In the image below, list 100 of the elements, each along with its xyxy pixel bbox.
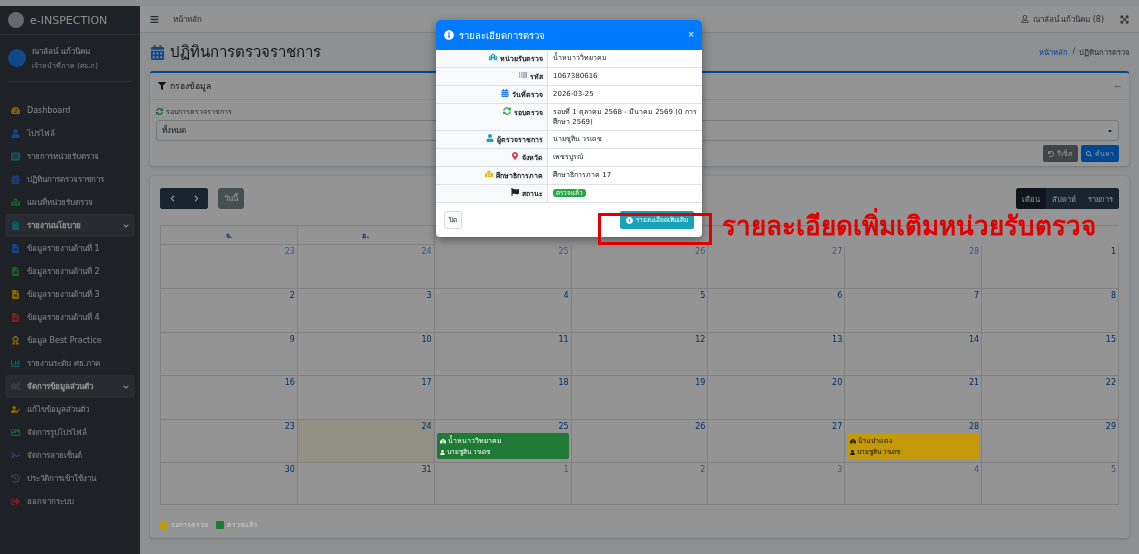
day-number: 24 [421,247,432,256]
user-icon [486,134,494,143]
day-number: 5 [700,291,706,300]
sidebar-item[interactable]: ออกจากระบบ [5,490,135,513]
day-number: 31 [421,465,432,474]
sidebar-item[interactable]: แผนที่หน่วยรับตรวจ [5,191,135,214]
day-number: 1 [563,465,569,474]
chevron-icon [123,222,129,229]
avatar [8,49,26,67]
day-number: 27 [832,247,843,256]
map-icon [11,198,20,207]
day-number: 2 [289,291,295,300]
today-button[interactable]: วันนี้ [218,188,244,209]
day-number: 19 [695,378,706,387]
sidebar-item[interactable]: จัดการรูปโปรไฟล์ [5,421,135,444]
refresh-icon [503,107,511,115]
award-icon [11,336,20,345]
sidebar-item[interactable]: ข้อมูล Best Practice [5,329,135,352]
image-icon [11,428,20,437]
day-number: 4 [563,291,569,300]
sidebar-item[interactable]: รายการหน่วยรับตรวจ [5,145,135,168]
search-icon [1086,150,1092,157]
dialog-title: รายละเอียดการตรวจ [459,28,546,43]
sidebar-item[interactable]: ข้อมูลรายงานด้านที่ 1 [5,237,135,260]
barcode-icon [519,71,527,79]
flag-icon [511,188,519,197]
day-number: 25 [558,247,569,256]
day-number: 2 [700,465,706,474]
day-number: 17 [421,378,432,387]
sidebar-item[interactable]: ข้อมูลรายงานด้านที่ 4 [5,306,135,329]
day-number: 28 [968,422,980,431]
account-menu[interactable]: ณาลัลน์ แก้วนิคม (8) [1020,12,1104,26]
home-link[interactable]: หน้าหลัก [173,12,202,26]
menu-icon[interactable] [150,14,159,24]
sidebar-item[interactable]: ข้อมูลรายงานด้านที่ 2 [5,260,135,283]
day-number: 14 [968,335,980,344]
user-edit-icon [11,405,20,414]
day-number: 1 [1110,247,1116,256]
day-number: 25 [558,422,569,431]
info-icon [626,216,633,224]
day-number: 29 [1105,422,1116,431]
logout-icon [11,497,20,506]
day-number: 26 [695,247,706,256]
undo-icon [1048,150,1054,157]
user-name: ณาลัลน์ แก้วนิคม [32,46,91,58]
document-icon [11,244,20,253]
calendar-icon [150,44,165,60]
document-icon [11,290,20,299]
sidebar-item[interactable]: ปฏิทินการตรวจราชการ [5,168,135,191]
sidebar-group[interactable]: จัดการข้อมูลส่วนตัว [5,375,135,398]
day-number: 11 [558,335,569,344]
day-number: 7 [974,291,980,300]
day-number: 26 [695,422,706,431]
user-icon [11,129,20,138]
day-number: 3 [426,291,432,300]
chevron-right-icon [192,195,200,202]
history-icon [11,474,20,483]
sidebar-item[interactable]: แก้ไขข้อมูลส่วนตัว [5,398,135,421]
user-icon [850,449,856,455]
day-number: 13 [832,335,843,344]
signature-icon [11,451,20,460]
day-number: 12 [695,335,706,344]
day-number: 5 [1110,465,1116,474]
logo [8,12,24,28]
day-number: 8 [1110,291,1116,300]
day-number: 27 [832,422,843,431]
sidebar-item[interactable]: รายงานระดับ ศธ.ภาค [5,352,135,375]
school-icon [439,437,446,444]
day-number: 28 [968,247,980,256]
calendar-icon [11,175,20,184]
fullscreen-icon[interactable] [1120,14,1129,24]
sidebar-item[interactable]: ข้อมูลรายงานด้านที่ 3 [5,283,135,306]
refresh-icon [156,108,163,115]
chevron-left-icon [168,195,176,202]
day-number: 9 [289,335,295,344]
chevron-icon [123,383,129,390]
clipboard-icon [11,221,20,230]
close-button[interactable]: × [688,30,694,40]
school-icon [489,53,497,61]
sidebar-item[interactable]: Dashboard [5,99,135,122]
sidebar-item[interactable]: จัดการลายเซ็นต์ [5,444,135,467]
brand-name: e-INSPECTION [30,13,108,27]
day-number: 15 [1105,335,1116,344]
day-number: 24 [421,422,432,431]
day-number: 22 [1105,378,1116,387]
caret-icon [1107,127,1113,134]
pin-icon [511,152,519,161]
day-number: 18 [558,378,569,387]
map-icon [485,170,493,179]
day-number: 6 [837,291,843,300]
sidebar-item[interactable]: ประวัติการเข้าใช้งาน [5,467,135,490]
sidebar-item[interactable]: โปรไฟล์ [5,122,135,145]
document-icon [11,313,20,322]
info-icon [444,30,454,40]
gauge-icon [11,106,20,115]
day-number: 10 [421,335,432,344]
sidebar-group[interactable]: รายงานนโยบาย [5,214,135,237]
day-number: 3 [837,465,843,474]
list-icon [11,152,20,161]
page-title: ปฏิทินการตรวจราชการ [170,42,321,63]
